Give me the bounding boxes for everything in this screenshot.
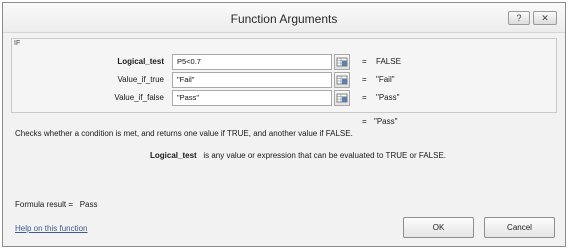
argument-row-value-if-true: Value_if_true "Fail" = "Fail" — [12, 72, 558, 88]
equals-sign: = — [362, 117, 367, 126]
dialog-title: Function Arguments — [230, 12, 338, 26]
argument-help: Logical_test is any value or expression … — [150, 151, 446, 160]
equals-sign: = — [362, 93, 367, 102]
function-arguments-dialog: Function Arguments ? ✕ Logical_test P5<0… — [2, 2, 566, 247]
function-result-value: "Pass" — [374, 117, 398, 126]
value-if-true-input[interactable]: "Fail" — [172, 72, 332, 88]
argument-result: "Fail" — [376, 75, 395, 84]
function-name-label: IF — [14, 40, 21, 47]
argument-label: Value_if_true — [117, 75, 164, 84]
formula-result-label: Formula result = — [15, 200, 74, 209]
range-select-icon[interactable] — [334, 72, 350, 88]
argument-help-name: Logical_test — [150, 151, 197, 160]
argument-label: Value_if_false — [114, 93, 164, 102]
cancel-button[interactable]: Cancel — [484, 217, 555, 238]
argument-row-logical-test: Logical_test P5<0.7 = FALSE — [12, 54, 558, 70]
argument-row-value-if-false: Value_if_false "Pass" = "Pass" — [12, 90, 558, 106]
logical-test-input[interactable]: P5<0.7 — [172, 54, 332, 70]
equals-sign: = — [362, 75, 367, 84]
range-select-icon[interactable] — [334, 54, 350, 70]
close-button[interactable]: ✕ — [533, 11, 557, 25]
formula-result: Formula result = Pass — [15, 200, 98, 209]
argument-result: "Pass" — [376, 93, 400, 102]
argument-help-text: is any value or expression that can be e… — [203, 151, 447, 160]
help-button[interactable]: ? — [508, 11, 530, 25]
argument-label: Logical_test — [117, 57, 164, 66]
value-if-false-input[interactable]: "Pass" — [172, 90, 332, 106]
function-description: Checks whether a condition is met, and r… — [15, 129, 353, 138]
argument-result: FALSE — [376, 57, 401, 66]
range-select-icon[interactable] — [334, 90, 350, 106]
ok-button[interactable]: OK — [403, 217, 474, 238]
help-on-function-link[interactable]: Help on this function — [15, 224, 88, 233]
formula-result-value: Pass — [79, 200, 98, 209]
arguments-group: Logical_test P5<0.7 = FALSE Value_if_tru… — [11, 38, 557, 113]
title-bar[interactable]: Function Arguments ? ✕ — [3, 3, 565, 33]
equals-sign: = — [362, 57, 367, 66]
